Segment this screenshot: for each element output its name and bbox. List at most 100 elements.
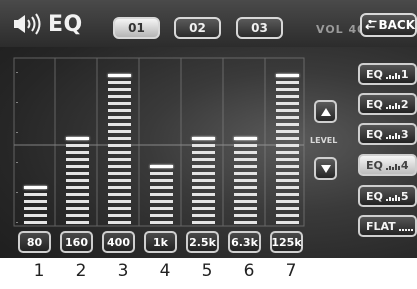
eq-level-segment bbox=[108, 102, 131, 105]
eq-level-segment bbox=[66, 158, 89, 161]
eq-level-segment bbox=[192, 165, 215, 168]
eq-level-segment bbox=[276, 172, 299, 175]
eq-level-segment bbox=[276, 151, 299, 154]
eq-level-indicator bbox=[234, 137, 257, 140]
freq-button-5[interactable]: 2.5k bbox=[186, 231, 219, 253]
screen-title: EQ bbox=[13, 10, 83, 38]
eq-level-segment bbox=[108, 123, 131, 126]
freq-button-1[interactable]: 80 bbox=[18, 231, 51, 253]
eq-level-segment bbox=[234, 179, 257, 182]
eq-preset-1[interactable]: EQ 1 bbox=[358, 63, 417, 85]
eq-level-segment bbox=[24, 221, 47, 224]
band-number-1: 1 bbox=[33, 261, 45, 281]
bars-icon bbox=[385, 195, 400, 201]
eq-level-segment bbox=[234, 151, 257, 154]
eq-level-segment bbox=[24, 214, 47, 217]
eq-level-segment bbox=[276, 207, 299, 210]
back-label: BACK bbox=[378, 18, 415, 32]
eq-band-4[interactable]: 1k bbox=[143, 57, 178, 256]
eq-level-segment bbox=[192, 158, 215, 161]
freq-button-3[interactable]: 400 bbox=[102, 231, 135, 253]
eq-level-segment bbox=[234, 165, 257, 168]
eq-level-segment bbox=[66, 214, 89, 217]
eq-level-segment bbox=[234, 144, 257, 147]
eq-preset-4[interactable]: EQ 4 bbox=[358, 154, 417, 176]
band-number-3: 3 bbox=[117, 261, 129, 281]
eq-level-segment bbox=[276, 102, 299, 105]
eq-level-segment bbox=[108, 88, 131, 91]
eq-level-segment bbox=[276, 137, 299, 140]
eq-preset-flat[interactable]: FLAT bbox=[358, 215, 417, 237]
eq-level-segment bbox=[276, 88, 299, 91]
eq-level-segment bbox=[66, 179, 89, 182]
eq-band-6[interactable]: 6.3k bbox=[227, 57, 262, 256]
eq-preset-number: 1 bbox=[400, 67, 409, 81]
eq-level-segment bbox=[276, 186, 299, 189]
bars-icon bbox=[385, 133, 400, 139]
eq-level-segment bbox=[276, 144, 299, 147]
eq-preset-label: EQ bbox=[366, 189, 383, 203]
freq-button-6[interactable]: 6.3k bbox=[228, 231, 261, 253]
band-number-4: 4 bbox=[159, 261, 171, 281]
speaker-icon bbox=[14, 13, 41, 35]
eq-preset-5[interactable]: EQ 5 bbox=[358, 185, 417, 207]
freq-button-4[interactable]: 1k bbox=[144, 231, 177, 253]
eq-level-segment bbox=[234, 193, 257, 196]
eq-level-segment bbox=[108, 81, 131, 84]
up-triangle-icon bbox=[320, 107, 331, 116]
eq-level-segment bbox=[192, 207, 215, 210]
eq-level-segment bbox=[66, 193, 89, 196]
freq-button-7[interactable]: 125k bbox=[270, 231, 303, 253]
eq-level-segment bbox=[276, 109, 299, 112]
eq-preset-label: FLAT bbox=[366, 219, 396, 233]
eq-band-5[interactable]: 2.5k bbox=[185, 57, 220, 256]
eq-level-segment bbox=[108, 193, 131, 196]
eq-level-segment bbox=[108, 116, 131, 119]
eq-level-segment bbox=[234, 221, 257, 224]
eq-level-segment bbox=[276, 158, 299, 161]
eq-level-segment bbox=[108, 130, 131, 133]
eq-level-segment bbox=[234, 200, 257, 203]
top-bar: EQ 01 02 03 VOL 40 BACK bbox=[0, 0, 417, 47]
bars-icon bbox=[385, 103, 400, 109]
eq-level-indicator bbox=[150, 165, 173, 168]
eq-preset-2[interactable]: EQ 2 bbox=[358, 93, 417, 115]
level-down-button[interactable] bbox=[314, 157, 337, 180]
tab-preset-01[interactable]: 01 bbox=[113, 17, 160, 39]
level-up-button[interactable] bbox=[314, 100, 337, 123]
eq-level-segment bbox=[192, 172, 215, 175]
band-number-7: 7 bbox=[285, 261, 297, 281]
eq-level-segment bbox=[66, 200, 89, 203]
eq-level-segment bbox=[108, 214, 131, 217]
freq-button-2[interactable]: 160 bbox=[60, 231, 93, 253]
eq-level-segment bbox=[66, 186, 89, 189]
eq-band-3[interactable]: 400 bbox=[101, 57, 136, 256]
eq-band-7[interactable]: 125k bbox=[269, 57, 304, 256]
eq-preset-label: EQ bbox=[366, 127, 383, 141]
eq-level-segment bbox=[108, 186, 131, 189]
flat-bars-icon bbox=[398, 229, 413, 231]
eq-level-segment bbox=[150, 172, 173, 175]
eq-level-segment bbox=[192, 200, 215, 203]
eq-preset-3[interactable]: EQ 3 bbox=[358, 123, 417, 145]
eq-band-1[interactable]: 80 bbox=[17, 57, 52, 256]
tab-preset-03[interactable]: 03 bbox=[236, 17, 283, 39]
eq-level-segment bbox=[192, 214, 215, 217]
eq-level-segment bbox=[276, 130, 299, 133]
band-number-5: 5 bbox=[201, 261, 213, 281]
eq-preset-label: EQ bbox=[366, 158, 383, 172]
eq-level-segment bbox=[66, 151, 89, 154]
eq-level-segment bbox=[108, 95, 131, 98]
bars-icon bbox=[385, 164, 400, 170]
eq-band-2[interactable]: 160 bbox=[59, 57, 94, 256]
eq-level-segment bbox=[234, 158, 257, 161]
eq-level-segment bbox=[108, 158, 131, 161]
eq-level-segment bbox=[150, 200, 173, 203]
back-button[interactable]: BACK bbox=[360, 13, 417, 37]
band-number-6: 6 bbox=[243, 261, 255, 281]
eq-preset-label: EQ bbox=[366, 67, 383, 81]
eq-level-segment bbox=[276, 193, 299, 196]
eq-level-segment bbox=[234, 172, 257, 175]
bars-icon bbox=[385, 73, 400, 79]
tab-preset-02[interactable]: 02 bbox=[174, 17, 221, 39]
